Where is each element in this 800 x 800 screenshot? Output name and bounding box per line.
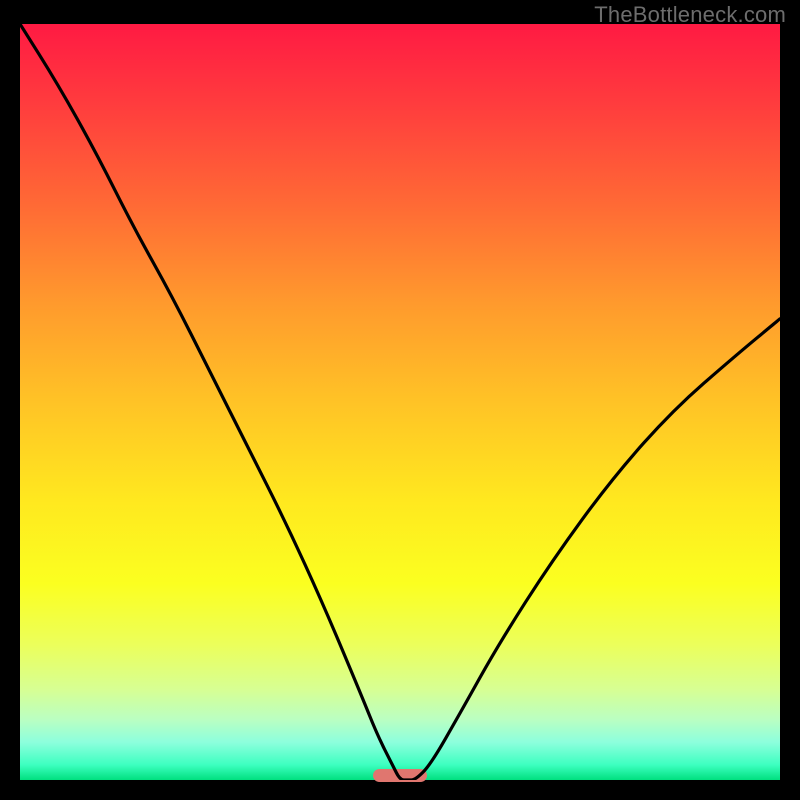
curve-layer bbox=[20, 24, 780, 780]
bottleneck-curve-path bbox=[20, 24, 780, 780]
plot-area bbox=[20, 24, 780, 780]
watermark-text: TheBottleneck.com bbox=[594, 2, 786, 28]
chart-frame: TheBottleneck.com bbox=[0, 0, 800, 800]
